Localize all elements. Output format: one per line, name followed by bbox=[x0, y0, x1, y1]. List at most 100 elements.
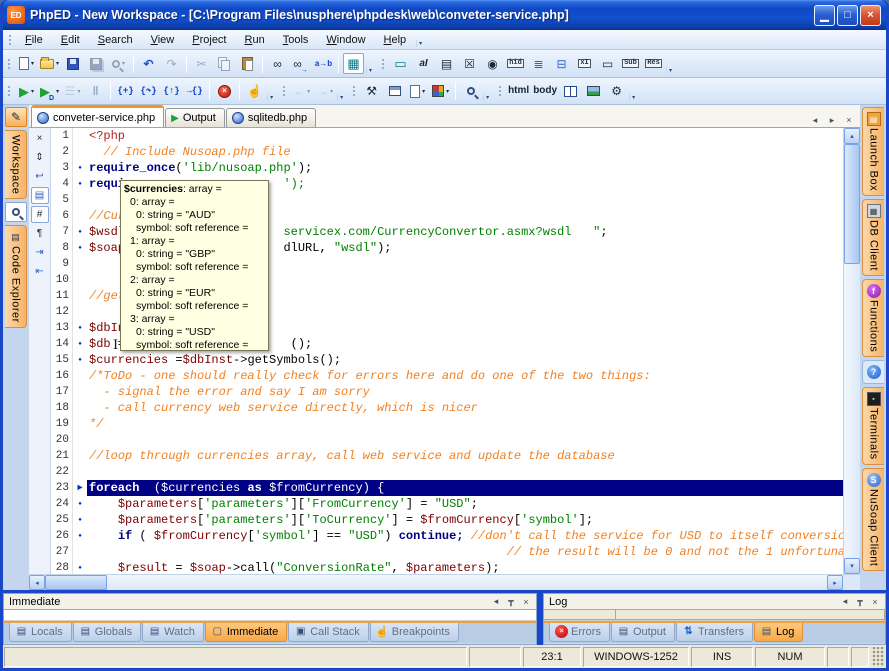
dock-tab-db-client[interactable]: ▦DB Client bbox=[862, 199, 884, 276]
zoom-button[interactable] bbox=[460, 81, 481, 102]
close-panel-button[interactable]: × bbox=[868, 595, 882, 609]
insert-form-button[interactable]: ▭ bbox=[390, 53, 411, 74]
tab-errors[interactable]: ×Errors bbox=[549, 623, 610, 642]
insert-fieldset-button[interactable]: ▤ bbox=[436, 53, 457, 74]
menu-overflow-icon[interactable]: ▾ bbox=[416, 40, 424, 47]
menu-run[interactable]: Run bbox=[236, 31, 274, 49]
menu-window[interactable]: Window bbox=[317, 31, 374, 49]
open-file-button[interactable]: ▾ bbox=[39, 53, 60, 74]
close-panel-button[interactable]: × bbox=[519, 595, 533, 609]
step-into-button[interactable]: {+} bbox=[115, 81, 136, 102]
vertical-scrollbar[interactable]: ▴ ▾ bbox=[843, 128, 860, 574]
close-button[interactable]: × bbox=[860, 5, 881, 26]
undo-button[interactable]: ↶ bbox=[138, 53, 159, 74]
toolbar-overflow-icon[interactable]: ▾ bbox=[483, 94, 491, 101]
tab-globals[interactable]: ▤Globals bbox=[73, 623, 141, 642]
tab-scroll-left-button[interactable]: ◂ bbox=[808, 113, 822, 127]
insert-button-button[interactable]: ▭ bbox=[597, 53, 618, 74]
insert-label-button[interactable]: aI bbox=[413, 53, 434, 74]
scrollbar-thumb[interactable] bbox=[45, 575, 107, 590]
dock-tab-nusoap-client[interactable]: SNuSoap Client bbox=[862, 468, 884, 571]
insert-html-button[interactable]: html bbox=[507, 81, 530, 102]
menu-tools[interactable]: Tools bbox=[274, 31, 318, 49]
redo-button[interactable]: ↷ bbox=[161, 53, 182, 74]
toolbar-overflow-icon[interactable]: ▾ bbox=[267, 94, 275, 101]
run-button[interactable]: ▶▾ bbox=[16, 81, 37, 102]
tab-immediate[interactable]: ▢Immediate bbox=[205, 623, 287, 642]
outdent-button[interactable]: ⇤ bbox=[31, 263, 49, 280]
search-view-icon[interactable] bbox=[5, 202, 27, 222]
word-wrap-button[interactable]: ↩ bbox=[31, 168, 49, 185]
menu-edit[interactable]: Edit bbox=[52, 31, 89, 49]
insert-textinput-button[interactable]: xI bbox=[574, 53, 595, 74]
panel-header[interactable]: Immediate ◂┳× bbox=[4, 594, 536, 610]
scrollbar-thumb[interactable] bbox=[844, 144, 860, 264]
undock-button[interactable]: ◂ bbox=[838, 595, 852, 609]
stop-button[interactable] bbox=[214, 81, 235, 102]
toolbar-overflow-icon[interactable]: ▾ bbox=[666, 67, 674, 74]
insert-radio-button[interactable]: ◉ bbox=[482, 53, 503, 74]
bookmarks-button[interactable]: ▤ bbox=[31, 187, 49, 204]
tab-log[interactable]: ▤Log bbox=[754, 623, 803, 642]
save-button[interactable] bbox=[62, 53, 83, 74]
horizontal-scrollbar[interactable]: ◂ ▸ bbox=[29, 574, 860, 590]
step-out-button[interactable]: {↑} bbox=[161, 81, 182, 102]
settings-button[interactable]: ⚒ bbox=[361, 81, 382, 102]
editor-tab-output[interactable]: ▶Output bbox=[165, 108, 225, 127]
immediate-content[interactable] bbox=[4, 610, 536, 621]
insert-checkbox-button[interactable]: ☒ bbox=[459, 53, 480, 74]
cut-button[interactable]: ✂ bbox=[191, 53, 212, 74]
tab-breakpoints[interactable]: ☝Breakpoints bbox=[370, 623, 459, 642]
scroll-right-icon[interactable]: ▸ bbox=[827, 575, 843, 590]
tab-scroll-right-button[interactable]: ▸ bbox=[825, 113, 839, 127]
paste-button[interactable] bbox=[237, 53, 258, 74]
dock-tab-functions[interactable]: fFunctions bbox=[862, 279, 884, 357]
tab-watch[interactable]: ▤Watch bbox=[142, 623, 204, 642]
split-editor-button[interactable]: ⇕ bbox=[31, 149, 49, 166]
menu-view[interactable]: View bbox=[142, 31, 184, 49]
break-in-button[interactable]: ☝ bbox=[244, 81, 265, 102]
insert-reset-button[interactable]: Res bbox=[643, 53, 664, 74]
menu-grip[interactable] bbox=[8, 33, 13, 47]
replace-button[interactable]: a→b bbox=[313, 53, 334, 74]
toolbar-grip[interactable] bbox=[498, 84, 503, 98]
undock-button[interactable]: ◂ bbox=[489, 595, 503, 609]
panel-header[interactable]: Log ◂┳× bbox=[544, 594, 885, 610]
title-bar[interactable]: ED PhpED - New Workspace - [C:\Program F… bbox=[3, 0, 886, 30]
find-button[interactable]: ∞ bbox=[267, 53, 288, 74]
pin-button[interactable]: ┳ bbox=[504, 595, 518, 609]
insert-body-button[interactable]: body bbox=[532, 81, 558, 102]
toolbar-overflow-icon[interactable]: ▾ bbox=[337, 94, 345, 101]
pin-button[interactable]: ┳ bbox=[853, 595, 867, 609]
menu-help[interactable]: Help bbox=[375, 31, 416, 49]
maximize-button[interactable]: □ bbox=[837, 5, 858, 26]
insert-submit-button[interactable]: Sub bbox=[620, 53, 641, 74]
indent-button[interactable]: ⇥ bbox=[31, 244, 49, 261]
colors-button[interactable]: ▾ bbox=[430, 81, 451, 102]
editor-tab-sqlitedb-php[interactable]: sqlitedb.php bbox=[226, 108, 316, 127]
run-to-cursor-button[interactable]: →{} bbox=[184, 81, 205, 102]
toolbar-grip[interactable] bbox=[7, 84, 12, 98]
workspace-icon[interactable]: ✎ bbox=[5, 107, 27, 127]
dock-tab-terminals[interactable]: ▪Terminals bbox=[862, 387, 884, 465]
scroll-down-icon[interactable]: ▾ bbox=[844, 558, 860, 574]
deploy-button[interactable]: ▾ bbox=[407, 81, 428, 102]
new-file-button[interactable]: ▾ bbox=[16, 53, 37, 74]
line-numbers-button[interactable]: # bbox=[31, 206, 49, 223]
resize-grip[interactable] bbox=[871, 647, 885, 667]
menu-project[interactable]: Project bbox=[183, 31, 235, 49]
editor-tab-conveter-service-php[interactable]: conveter-service.php bbox=[31, 105, 164, 127]
dialogs-button[interactable] bbox=[384, 81, 405, 102]
find-next-button[interactable]: ∞→ bbox=[290, 53, 311, 74]
code-template-button[interactable]: ▦ bbox=[343, 53, 364, 74]
insert-table-button[interactable] bbox=[560, 81, 581, 102]
dock-tab-launch-box[interactable]: ▤Launch Box bbox=[862, 107, 884, 196]
tab-close-button[interactable]: × bbox=[842, 113, 856, 127]
scroll-left-icon[interactable]: ◂ bbox=[29, 575, 45, 590]
toolbar-overflow-icon[interactable]: ▾ bbox=[366, 67, 374, 74]
toolbar-grip[interactable] bbox=[282, 84, 287, 98]
sidebar-tab-code-explorer[interactable]: ▤ Code Explorer bbox=[5, 225, 27, 328]
sidebar-tab-workspace[interactable]: Workspace bbox=[5, 130, 27, 199]
insert-combobox-button[interactable]: ⊟ bbox=[551, 53, 572, 74]
close-editor-button[interactable]: × bbox=[31, 130, 49, 147]
